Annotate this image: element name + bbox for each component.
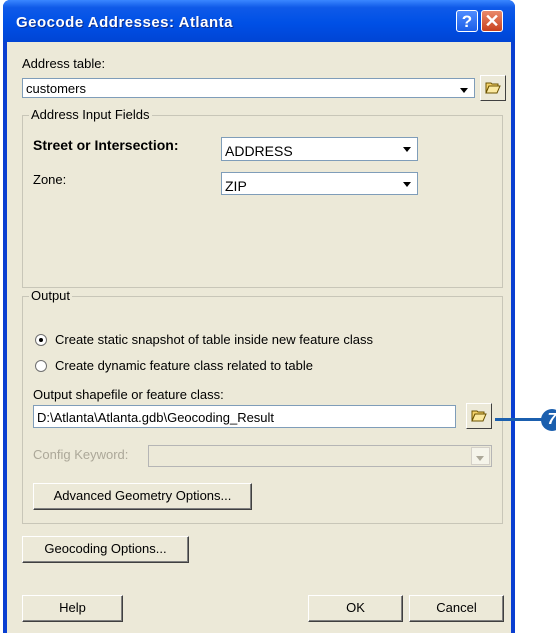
street-label: Street or Intersection: — [33, 137, 179, 153]
chevron-down-icon[interactable] — [399, 139, 416, 159]
address-table-label: Address table: — [22, 56, 106, 71]
output-browse-button[interactable] — [466, 403, 492, 429]
group-title-address-input: Address Input Fields — [29, 107, 152, 122]
dialog-window: Geocode Addresses: Atlanta ? ✕ Address t… — [3, 0, 515, 633]
zone-label: Zone: — [33, 172, 67, 187]
output-shapefile-label: Output shapefile or feature class: — [33, 387, 224, 402]
output-shapefile-input[interactable]: D:\Atlanta\Atlanta.gdb\Geocoding_Result — [33, 405, 456, 428]
callout-line — [495, 418, 545, 421]
address-table-dropdown[interactable]: customers — [22, 78, 475, 98]
chevron-down-icon[interactable] — [471, 447, 490, 465]
folder-open-icon — [471, 410, 487, 422]
dynamic-feature-radio[interactable] — [35, 360, 47, 372]
dialog-body: Address table: customers Address Input F… — [7, 42, 511, 633]
title-bar[interactable]: Geocode Addresses: Atlanta ? ✕ — [3, 0, 515, 42]
output-shapefile-value: D:\Atlanta\Atlanta.gdb\Geocoding_Result — [37, 410, 275, 425]
help-icon[interactable]: ? — [456, 10, 478, 32]
cancel-button[interactable]: Cancel — [409, 595, 504, 622]
chevron-down-icon[interactable] — [399, 174, 416, 193]
group-title-output: Output — [29, 288, 73, 303]
callout-number: 7 — [541, 409, 556, 431]
address-table-value: customers — [26, 81, 86, 96]
street-field-dropdown[interactable]: ADDRESS — [221, 137, 418, 161]
static-snapshot-label[interactable]: Create static snapshot of table inside n… — [55, 332, 373, 347]
dynamic-feature-label[interactable]: Create dynamic feature class related to … — [55, 358, 313, 373]
help-button[interactable]: Help — [22, 595, 123, 622]
advanced-geometry-options-button[interactable]: Advanced Geometry Options... — [33, 483, 252, 510]
geocoding-options-button[interactable]: Geocoding Options... — [22, 536, 189, 563]
static-snapshot-radio[interactable] — [35, 334, 47, 346]
config-keyword-dropdown[interactable] — [148, 445, 492, 467]
street-field-value: ADDRESS — [225, 143, 293, 159]
folder-open-icon — [485, 82, 501, 94]
address-table-browse-button[interactable] — [480, 75, 506, 101]
close-icon[interactable]: ✕ — [481, 10, 503, 32]
config-keyword-label: Config Keyword: — [33, 447, 129, 462]
chevron-down-icon[interactable] — [456, 80, 473, 96]
window-title: Geocode Addresses: Atlanta — [16, 14, 233, 31]
ok-button[interactable]: OK — [308, 595, 403, 622]
zone-field-dropdown[interactable]: ZIP — [221, 172, 418, 195]
zone-field-value: ZIP — [225, 178, 247, 194]
